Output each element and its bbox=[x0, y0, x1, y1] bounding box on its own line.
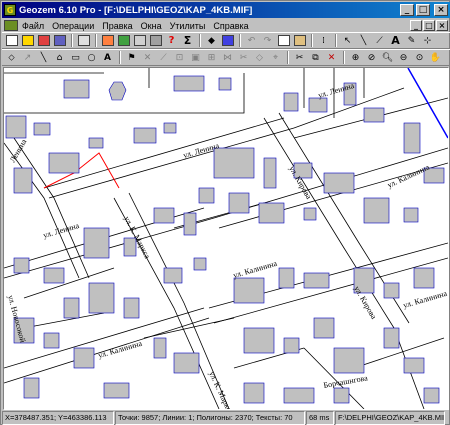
city-map[interactable]: ул. Ленина ул. Ленина ул. Ленина Ленина … bbox=[4, 68, 448, 409]
print-icon[interactable] bbox=[76, 34, 91, 48]
title-bar[interactable]: G Geozem 6.10 Pro - [F:\DELPHI\GEOZ\KAP_… bbox=[2, 2, 450, 18]
zoom-window-icon[interactable]: ⊘ bbox=[364, 51, 379, 65]
export-icon[interactable] bbox=[116, 34, 131, 48]
delete-icon[interactable]: ✕ bbox=[324, 51, 339, 65]
eraser-icon[interactable] bbox=[220, 34, 235, 48]
cut-icon[interactable]: ✂ bbox=[292, 51, 307, 65]
zoom-in-icon[interactable]: 🔍︎ bbox=[380, 51, 395, 65]
help-icon[interactable]: ? bbox=[164, 34, 179, 48]
point-icon[interactable]: ⬦ bbox=[4, 51, 19, 65]
zoom-prev-icon[interactable]: ⊙ bbox=[412, 51, 427, 65]
window-title: Geozem 6.10 Pro - [F:\DELPHI\GEOZ\KAP_4K… bbox=[19, 4, 253, 16]
zoom-out-icon[interactable]: ⊖ bbox=[396, 51, 411, 65]
redo-icon[interactable]: ↷ bbox=[260, 34, 275, 48]
street-label: Борчашнгова bbox=[323, 373, 369, 390]
snap-icon[interactable]: ⌖ bbox=[268, 51, 283, 65]
street-label: ул. К. Маркса bbox=[207, 370, 235, 409]
maximize-button[interactable]: □ bbox=[416, 4, 430, 16]
database-icon[interactable] bbox=[148, 34, 163, 48]
doc-close-button[interactable]: × bbox=[436, 20, 448, 31]
street-label: ул. Калинина bbox=[232, 259, 278, 280]
street-label: ул. Калинина bbox=[402, 289, 448, 310]
flag-icon[interactable]: ⚑ bbox=[124, 51, 139, 65]
cross-icon[interactable]: ✕ bbox=[140, 51, 155, 65]
select-icon[interactable]: ⊹ bbox=[420, 34, 435, 48]
move-icon[interactable]: ⊡ bbox=[172, 51, 187, 65]
street-label: Ленина bbox=[8, 137, 29, 164]
circle-icon[interactable]: ○ bbox=[84, 51, 99, 65]
arrow-icon[interactable]: ↗ bbox=[20, 51, 35, 65]
church-building bbox=[108, 81, 127, 101]
minimize-button[interactable]: _ bbox=[400, 4, 414, 16]
paste-icon[interactable] bbox=[292, 34, 307, 48]
buildings bbox=[5, 75, 445, 404]
undo-icon[interactable]: ↶ bbox=[244, 34, 259, 48]
sum-icon[interactable]: Σ bbox=[180, 34, 195, 48]
menu-utilities[interactable]: Утилиты bbox=[166, 21, 210, 31]
menu-operations[interactable]: Операции bbox=[48, 21, 98, 31]
open-file-icon[interactable] bbox=[20, 34, 35, 48]
menu-edit[interactable]: Правка bbox=[98, 21, 136, 31]
save-icon[interactable] bbox=[52, 34, 67, 48]
drawing-toolbar: ⬦ ↗ ╲ ⌂ ▭ ○ A ⚑ ✕ ⟋ ⊡ ▣ ⊞ ⋈ ✂ ◇ ⌖ ✂ ⧉ ✕ … bbox=[2, 49, 450, 66]
menu-help[interactable]: Справка bbox=[209, 21, 252, 31]
join-icon[interactable]: ⋈ bbox=[220, 51, 235, 65]
node-icon[interactable]: ╲ bbox=[36, 51, 51, 65]
copy-obj-icon[interactable]: ⧉ bbox=[308, 51, 323, 65]
label-icon[interactable]: A bbox=[100, 51, 115, 65]
new-file-icon[interactable] bbox=[4, 34, 19, 48]
line-icon[interactable]: ╲ bbox=[356, 34, 371, 48]
scale-icon[interactable]: ⊞ bbox=[204, 51, 219, 65]
status-bar: X=378487.351; Y=463386.113 Точки: 9857; … bbox=[2, 411, 450, 425]
grid-icon[interactable]: ⁞ bbox=[316, 34, 331, 48]
split-icon[interactable]: ✂ bbox=[236, 51, 251, 65]
rotate-icon[interactable]: ▣ bbox=[188, 51, 203, 65]
street-labels: ул. Ленина ул. Ленина ул. Ленина Ленина … bbox=[6, 81, 448, 409]
doc-restore-button[interactable]: □ bbox=[423, 20, 435, 31]
fill-icon[interactable]: ◆ bbox=[204, 34, 219, 48]
status-stats: Точки: 9857; Линии: 1; Полигоны: 2370; Т… bbox=[115, 411, 305, 425]
menu-bar: Файл Операции Правка Окна Утилиты Справк… bbox=[2, 19, 450, 32]
menu-file[interactable]: Файл bbox=[18, 21, 48, 31]
pan-icon[interactable]: ✋ bbox=[428, 51, 443, 65]
zoom-fit-icon[interactable]: ⊕ bbox=[348, 51, 363, 65]
measure-icon[interactable]: ⟋ bbox=[156, 51, 171, 65]
document-menu-icon[interactable] bbox=[4, 20, 18, 31]
text-tool-icon[interactable]: A bbox=[388, 34, 403, 48]
area-icon[interactable]: ⌂ bbox=[52, 51, 67, 65]
import-icon[interactable] bbox=[100, 34, 115, 48]
layers-icon[interactable] bbox=[132, 34, 147, 48]
status-path: F:\DELPHI\GEOZ\KAP_4KB.MIF bbox=[335, 411, 445, 425]
map-canvas[interactable]: ул. Ленина ул. Ленина ул. Ленина Ленина … bbox=[3, 67, 449, 410]
open-map-icon[interactable] bbox=[36, 34, 51, 48]
menu-windows[interactable]: Окна bbox=[137, 21, 166, 31]
close-button[interactable]: × bbox=[434, 4, 448, 16]
status-time: 68 ms bbox=[306, 411, 334, 425]
rect-icon[interactable]: ▭ bbox=[68, 51, 83, 65]
status-coords: X=378487.351; Y=463386.113 bbox=[2, 411, 114, 425]
copy-icon[interactable] bbox=[276, 34, 291, 48]
main-toolbar: ? Σ ◆ ↶ ↷ ⁞ ↖ ╲ ⟋ A ✎ ⊹ bbox=[2, 32, 450, 49]
app-icon[interactable]: G bbox=[4, 4, 16, 16]
pointer-icon[interactable]: ↖ bbox=[340, 34, 355, 48]
app-window: G Geozem 6.10 Pro - [F:\DELPHI\GEOZ\KAP_… bbox=[0, 0, 450, 425]
street-label: ул. Калинина bbox=[97, 339, 143, 360]
vertex-icon[interactable]: ◇ bbox=[252, 51, 267, 65]
edit-icon[interactable]: ✎ bbox=[404, 34, 419, 48]
doc-minimize-button[interactable]: _ bbox=[410, 20, 422, 31]
polyline-icon[interactable]: ⟋ bbox=[372, 34, 387, 48]
